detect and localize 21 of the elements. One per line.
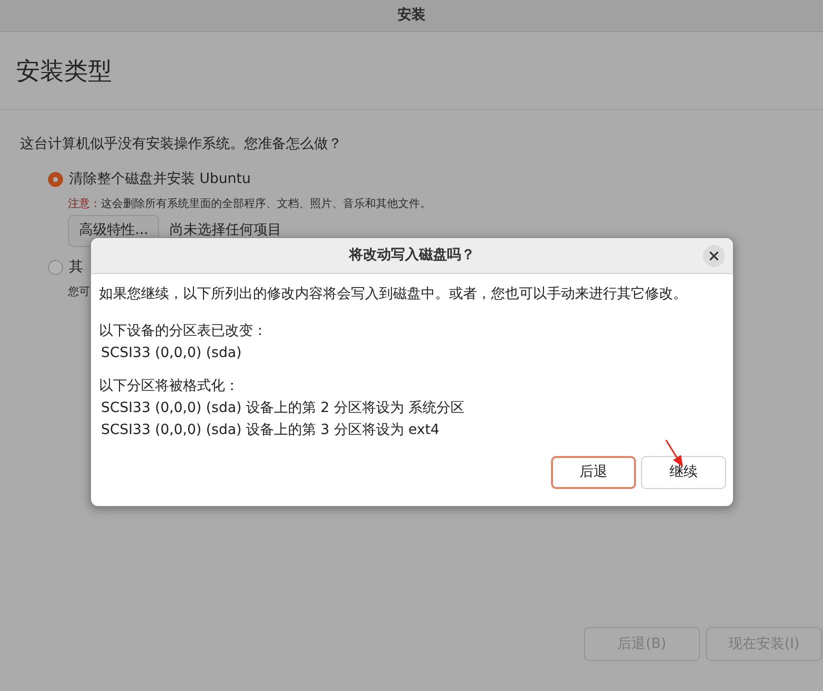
close-icon <box>709 251 719 261</box>
warning-text: 注意：这会删除所有系统里面的全部程序、文档、照片、音乐和其他文件。 <box>68 196 432 212</box>
device-line: SCSI33 (0,0,0) (sda) <box>100 344 243 363</box>
option-label[interactable]: 其 <box>69 256 83 278</box>
close-button[interactable] <box>703 245 725 267</box>
option-label[interactable]: 清除整个磁盘并安装 Ubuntu <box>69 169 251 190</box>
device-line: SCSI33 (0,0,0) (sda) 设备上的第 3 分区将设为 ext4 <box>100 421 440 440</box>
dialog-button[interactable]: 继续 <box>641 456 726 489</box>
option-note: 您可 <box>68 284 90 300</box>
question-text: 这台计算机似乎没有安装操作系统。您准备怎么做？ <box>20 135 343 154</box>
section-heading: 以下设备的分区表已改变： <box>99 322 268 341</box>
page-heading: 安装类型 <box>16 56 112 86</box>
radio-button[interactable] <box>48 172 63 187</box>
status-text: 尚未选择任何项目 <box>169 221 282 240</box>
window-title: 安装 <box>398 6 426 25</box>
dialog-button[interactable]: 后退 <box>551 456 636 489</box>
device-line: SCSI33 (0,0,0) (sda) 设备上的第 2 分区将设为 系统分区 <box>100 399 466 418</box>
dialog-title: 将改动写入磁盘吗？ <box>349 246 475 265</box>
dialog-message: 如果您继续，以下所列出的修改内容将会写入到磁盘中。或者，您也可以手动来进行其它修改。 <box>99 285 688 304</box>
radio-button[interactable] <box>48 260 63 274</box>
section-heading: 以下分区将被格式化： <box>99 377 240 396</box>
